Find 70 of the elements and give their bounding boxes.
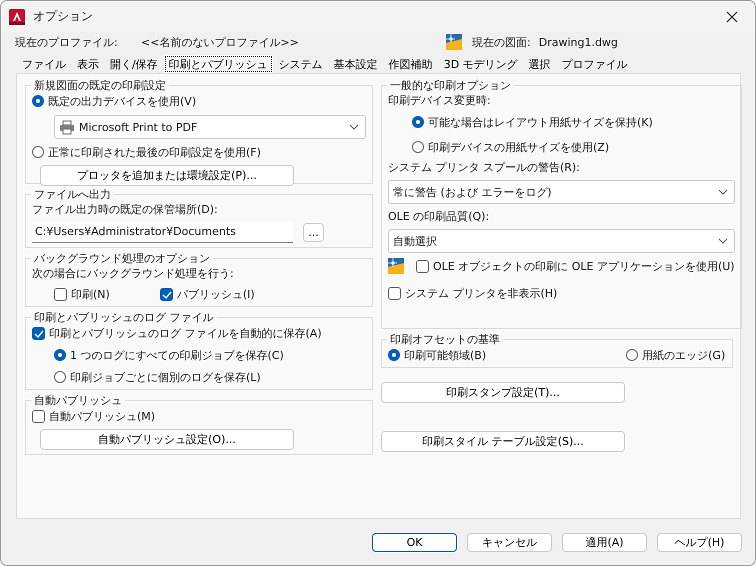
chevron-down-icon — [718, 189, 728, 195]
profile-label: 現在のプロファイル: — [15, 34, 119, 50]
checkbox-label: システム プリンタを非表示(H) — [405, 286, 558, 300]
button[interactable]: 適用(A) — [562, 533, 647, 552]
checkbox[interactable] — [32, 410, 45, 422]
button[interactable]: 印刷スタイル テーブル設定(S)... — [381, 431, 625, 452]
dropdown[interactable]: 自動選択 — [388, 229, 735, 253]
radio-button[interactable] — [32, 146, 44, 158]
close-icon — [726, 10, 738, 22]
path-field[interactable]: C:¥Users¥Administrator¥Documents — [32, 222, 293, 243]
group-title: 印刷オフセットの基準 — [389, 332, 501, 347]
field-label: OLE の印刷品質(Q): — [388, 209, 490, 224]
group-title: 一般的な印刷オプション — [389, 78, 512, 93]
field-label: システム プリンタ スプールの警告(R): — [388, 160, 581, 175]
field-label: 次の場合にバックグラウンド処理を行う: — [32, 266, 235, 281]
checkbox[interactable] — [416, 260, 429, 272]
radio-label: 用紙のエッジ(G) — [642, 348, 726, 362]
radio-button[interactable] — [32, 95, 44, 107]
checkbox-label: 自動パブリッシュ(M) — [49, 408, 156, 424]
dropdown[interactable]: 常に警告 (および エラーをログ) — [388, 180, 735, 204]
dropdown-value: Microsoft Print to PDF — [79, 120, 198, 134]
chevron-down-icon — [718, 238, 728, 244]
field-label: ファイル出力時の既定の保管場所(D): — [32, 202, 219, 217]
radio-button[interactable] — [54, 349, 66, 361]
radio-label: 既定の出力デバイスを使用(V) — [48, 94, 196, 108]
checkbox-label: パブリッシュ(I) — [176, 286, 255, 302]
radio-label: 印刷デバイスの用紙サイズを使用(Z) — [428, 140, 610, 154]
drawing-file-icon — [388, 258, 404, 274]
tab[interactable]: 印刷とパブリッシュ — [164, 55, 273, 73]
radio-button[interactable] — [388, 349, 400, 361]
checkbox-label: 印刷とパブリッシュのログ ファイルを自動的に保存(A) — [49, 326, 322, 340]
radio-button[interactable] — [412, 141, 424, 153]
radio-button[interactable] — [54, 371, 66, 383]
checkbox-label: OLE オブジェクトの印刷に OLE アプリケーションを使用(U) — [433, 258, 735, 274]
radio-label: 印刷ジョブごとに個別のログを保存(L) — [70, 370, 261, 384]
radio-label: 印刷可能領域(B) — [404, 348, 486, 362]
dropdown-value: 自動選択 — [393, 234, 438, 248]
button[interactable]: プロッタを追加または環境設定(P)... — [40, 165, 294, 186]
app-icon — [9, 8, 25, 24]
drawing-label: 現在の図面: — [472, 34, 531, 50]
group-title: ファイルへ出力 — [33, 187, 112, 202]
group-title: 印刷とパブリッシュのログ ファイル — [33, 310, 214, 325]
checkbox[interactable] — [160, 288, 173, 300]
checkbox[interactable] — [388, 286, 401, 300]
radio-label: 正常に印刷された最後の印刷設定を使用(F) — [48, 144, 261, 160]
browse-button[interactable]: ... — [303, 223, 324, 242]
drawing-name: Drawing1.dwg — [538, 36, 618, 48]
radio-label: 可能な場合はレイアウト用紙サイズを保持(K) — [428, 114, 653, 130]
window-title: オプション — [33, 8, 93, 25]
checkbox[interactable] — [54, 288, 67, 300]
button[interactable]: OK — [372, 533, 457, 552]
drawing-file-icon — [446, 34, 462, 50]
button[interactable]: キャンセル — [467, 533, 552, 552]
radio-button[interactable] — [412, 116, 424, 128]
printer-icon — [59, 120, 75, 134]
radio-label: 1 つのログにすべての印刷ジョブを保存(C) — [70, 348, 284, 362]
profile-name: <<名前のないプロファイル>> — [141, 34, 300, 50]
group-title: 新規図面の既定の印刷設定 — [33, 78, 167, 93]
group-title: バックグラウンド処理のオプション — [33, 251, 211, 266]
dropdown[interactable]: Microsoft Print to PDF — [54, 115, 366, 139]
button[interactable]: ヘルプ(H) — [657, 533, 742, 552]
field-label: 印刷デバイス変更時: — [388, 93, 492, 108]
button[interactable]: 印刷スタンプ設定(T)... — [381, 382, 625, 403]
group-title: 自動パブリッシュ — [33, 393, 123, 408]
radio-button[interactable] — [626, 349, 638, 361]
checkbox[interactable] — [32, 326, 45, 340]
chevron-down-icon — [349, 124, 359, 130]
button[interactable]: 自動パブリッシュ設定(O)... — [40, 429, 294, 450]
checkbox-label: 印刷(N) — [71, 286, 110, 302]
dropdown-value: 常に警告 (および エラーをログ) — [393, 184, 553, 200]
